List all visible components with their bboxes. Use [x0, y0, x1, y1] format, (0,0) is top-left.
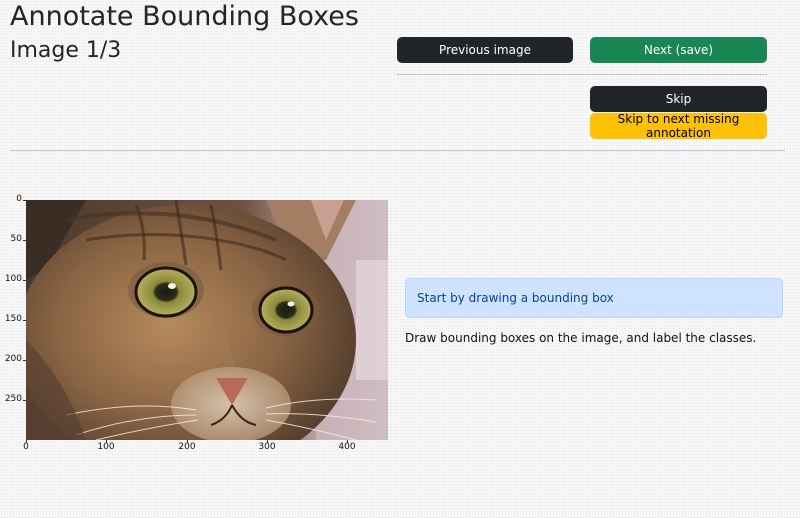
y-tick-label: 50 — [10, 234, 22, 244]
x-tick-label: 100 — [97, 442, 115, 452]
y-tick-label: 200 — [4, 354, 22, 364]
y-tick-label: 150 — [4, 314, 22, 324]
divider — [397, 74, 767, 75]
previous-image-button[interactable]: Previous image — [397, 37, 573, 63]
cat-image — [26, 200, 388, 440]
x-tick-label: 300 — [258, 442, 276, 452]
section-divider — [10, 150, 785, 151]
y-tick-label: 250 — [4, 394, 22, 404]
page-title: Annotate Bounding Boxes — [10, 1, 359, 32]
image-counter: Image 1/3 — [10, 38, 122, 63]
y-tick-label: 100 — [4, 274, 22, 284]
annotation-canvas[interactable] — [26, 200, 388, 440]
skip-to-missing-button[interactable]: Skip to next missing annotation — [590, 112, 767, 140]
skip-button[interactable]: Skip — [590, 86, 767, 112]
y-tick-label: 0 — [16, 194, 22, 204]
next-save-button[interactable]: Next (save) — [590, 37, 767, 63]
x-tick-label: 200 — [178, 442, 196, 452]
x-tick-label: 400 — [338, 442, 356, 452]
image-plot: 0 50 100 150 200 250 0 100 200 300 400 — [0, 190, 400, 460]
instructions-text: Draw bounding boxes on the image, and la… — [405, 331, 757, 345]
alert-text: Start by drawing a bounding box — [417, 291, 614, 305]
info-alert: Start by drawing a bounding box — [405, 278, 783, 318]
x-tick-label: 0 — [23, 442, 29, 452]
